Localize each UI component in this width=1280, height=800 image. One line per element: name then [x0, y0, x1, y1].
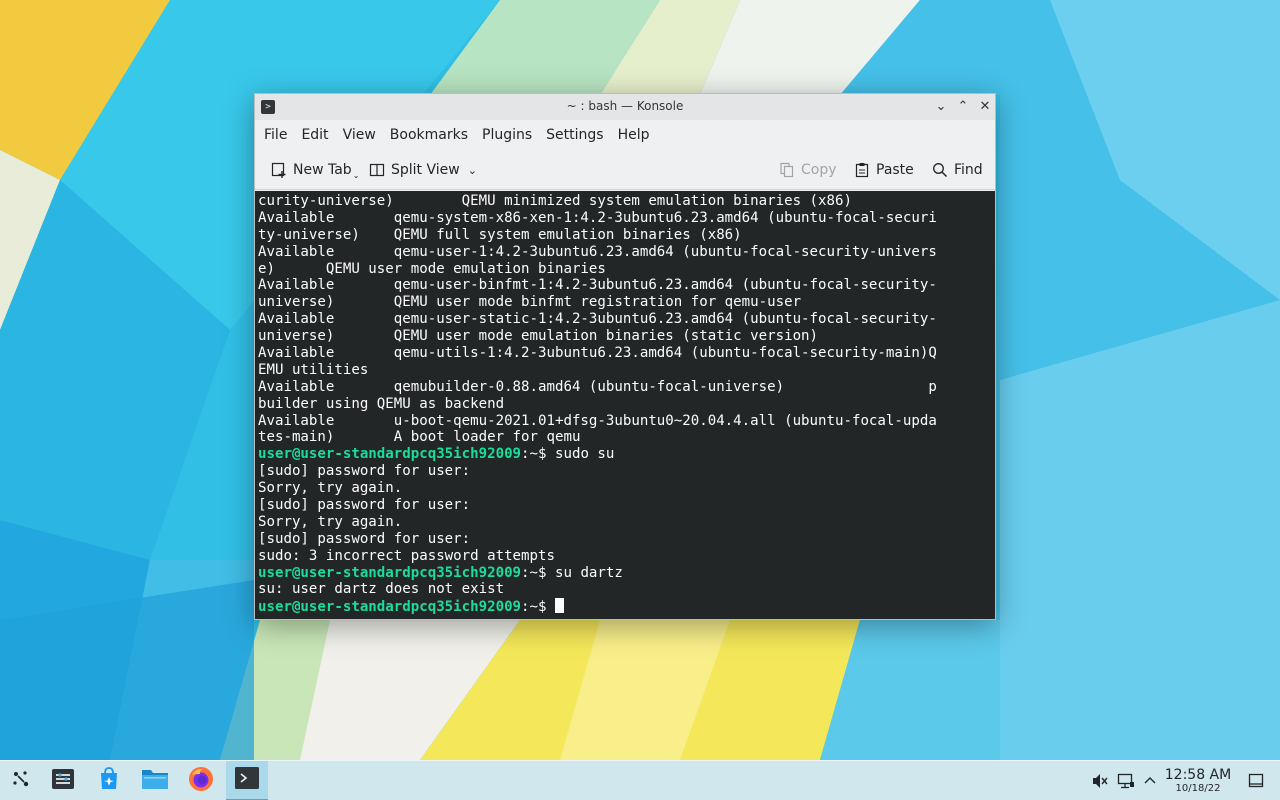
volume-muted-icon[interactable]	[1090, 771, 1110, 791]
paste-icon	[853, 161, 871, 179]
new-tab-menu-arrow-icon: ⌄	[352, 170, 360, 180]
menu-bookmarks[interactable]: Bookmarks	[383, 120, 475, 150]
show-desktop-icon[interactable]	[1246, 771, 1266, 791]
discover-icon	[96, 766, 122, 796]
close-button[interactable]: ✕	[975, 97, 995, 117]
menu-view[interactable]: View	[336, 120, 383, 150]
konsole-icon	[234, 766, 260, 794]
find-button[interactable]: Find	[931, 158, 983, 182]
terminal-line: user@user-standardpcq35ich92009:~$ su da…	[258, 565, 937, 582]
terminal-line: universe) QEMU user mode emulation binar…	[258, 328, 819, 345]
terminal-view[interactable]: curity-universe) QEMU minimized system e…	[255, 191, 995, 619]
terminal-line: Available qemubuilder-0.88.amd64 (ubuntu…	[258, 378, 937, 395]
dolphin-button[interactable]	[134, 761, 176, 800]
terminal-line: [sudo] password for user:	[258, 530, 471, 547]
clock-time: 12:58 AM	[1164, 767, 1232, 783]
new-tab-label: New Tab	[293, 162, 352, 178]
menu-edit[interactable]: Edit	[294, 120, 335, 150]
terminal-line: curity-universe) QEMU minimized system e…	[258, 193, 852, 209]
menu-plugins[interactable]: Plugins	[475, 120, 539, 150]
split-view-button[interactable]: Split View ⌄	[368, 158, 477, 182]
maximize-button[interactable]: ⌃	[953, 97, 973, 117]
pager-icon	[51, 767, 75, 795]
menu-file[interactable]: File	[257, 120, 294, 150]
shell-command: :~$ sudo su	[521, 446, 615, 463]
shell-command: :~$	[521, 599, 555, 616]
copy-button[interactable]: Copy	[778, 158, 837, 182]
dolphin-icon	[141, 767, 169, 795]
new-tab-icon	[270, 161, 288, 179]
split-view-icon	[368, 161, 386, 179]
split-view-label: Split View	[391, 162, 460, 178]
terminal-line: Available qemu-user-static-1:4.2-3ubuntu…	[258, 311, 937, 328]
terminal-line: Available qemu-system-x86-xen-1:4.2-3ubu…	[258, 209, 937, 226]
terminal-line: tes-main) A boot loader for qemu	[258, 429, 581, 446]
main-toolbar: New Tab ⌄ Split View ⌄ Copy Paste Find	[255, 150, 995, 190]
menu-help[interactable]: Help	[611, 120, 657, 150]
terminal-line: [sudo] password for user:	[258, 497, 471, 514]
chevron-down-icon: ⌄	[467, 163, 477, 177]
find-label: Find	[954, 162, 983, 178]
application-launcher-icon	[10, 768, 32, 794]
new-tab-button[interactable]: New Tab ⌄	[270, 158, 359, 182]
title-bar[interactable]: > ~ : bash — Konsole ⌄ ⌃ ✕	[255, 94, 995, 120]
terminal-line: Sorry, try again.	[258, 480, 403, 497]
paste-button[interactable]: Paste	[853, 158, 914, 182]
text-cursor	[555, 598, 564, 614]
terminal-line: [sudo] password for user:	[258, 463, 471, 480]
terminal-line: builder using QEMU as backend	[258, 395, 505, 412]
shell-prompt: user@user-standardpcq35ich92009	[258, 446, 522, 463]
terminal-line: Available qemu-user-binfmt-1:4.2-3ubuntu…	[258, 277, 937, 294]
terminal-line: Available u-boot-qemu-2021.01+dfsg-3ubun…	[258, 412, 937, 429]
pager-button[interactable]	[42, 761, 84, 800]
terminal-line: user@user-standardpcq35ich92009:~$ sudo …	[258, 446, 937, 463]
terminal-line: Available qemu-user-1:4.2-3ubuntu6.23.am…	[258, 243, 937, 260]
terminal-line: universe) QEMU user mode binfmt registra…	[258, 294, 802, 311]
clock-date: 10/18/22	[1175, 783, 1221, 794]
search-icon	[931, 161, 949, 179]
terminal-line: Sorry, try again.	[258, 513, 403, 530]
window-title: ~ : bash — Konsole	[566, 99, 684, 113]
terminal-line: ty-universe) QEMU full system emulation …	[258, 226, 742, 243]
copy-icon	[778, 161, 796, 179]
terminal-line: user@user-standardpcq35ich92009:~$	[258, 598, 937, 615]
terminal-line: e) QEMU user mode emulation binaries	[258, 260, 606, 277]
firefox-button[interactable]	[180, 761, 222, 800]
terminal-line: su: user dartz does not exist	[258, 581, 505, 598]
application-launcher-button[interactable]	[0, 761, 42, 800]
terminal-line: EMU utilities	[258, 361, 369, 378]
shell-command: :~$ su dartz	[521, 564, 623, 581]
minimize-button[interactable]: ⌄	[931, 97, 951, 117]
firefox-icon	[188, 766, 214, 796]
menu-settings[interactable]: Settings	[539, 120, 610, 150]
menu-bar: File Edit View Bookmarks Plugins Setting…	[255, 120, 995, 150]
shell-prompt: user@user-standardpcq35ich92009	[258, 564, 522, 581]
paste-label: Paste	[876, 162, 914, 178]
konsole-window: > ~ : bash — Konsole ⌄ ⌃ ✕ File Edit Vie…	[254, 93, 996, 620]
digital-clock[interactable]: 12:58 AM 10/18/22	[1162, 767, 1234, 795]
discover-button[interactable]	[88, 761, 130, 800]
network-wired-icon[interactable]	[1116, 771, 1136, 791]
terminal-output: curity-universe) QEMU minimized system e…	[258, 193, 937, 615]
copy-label: Copy	[801, 162, 837, 178]
shell-prompt: user@user-standardpcq35ich92009	[258, 599, 522, 616]
terminal-line: sudo: 3 incorrect password attempts	[258, 547, 555, 564]
terminal-line: Available qemu-utils-1:4.2-3ubuntu6.23.a…	[258, 345, 937, 362]
konsole-task-button[interactable]	[226, 761, 268, 800]
chevron-up-icon[interactable]	[1140, 771, 1160, 791]
taskbar: 12:58 AM 10/18/22	[0, 760, 1280, 800]
